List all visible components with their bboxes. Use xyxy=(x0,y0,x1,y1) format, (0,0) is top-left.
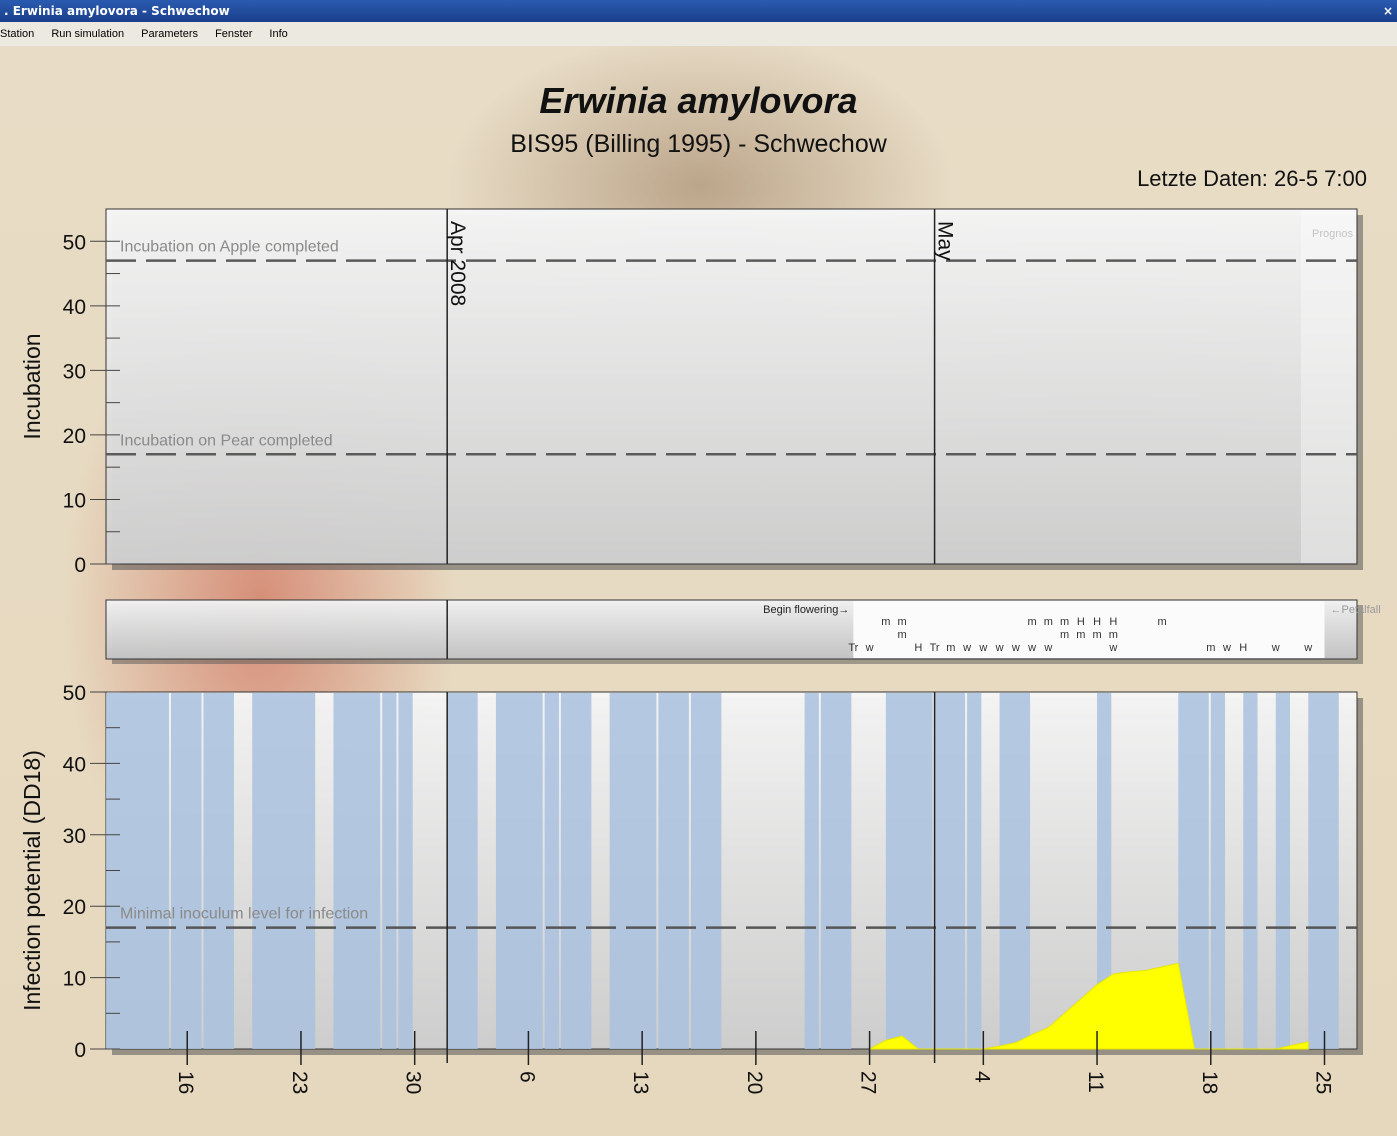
rain-period-band xyxy=(934,693,966,1049)
infection-y-tick-label: 0 xyxy=(74,1039,86,1062)
event-marker: w xyxy=(1108,642,1117,654)
rain-period-band xyxy=(252,693,316,1049)
x-tick-label: 18 xyxy=(1198,1071,1221,1094)
event-marker: H xyxy=(1077,616,1085,628)
infection-y-tick-label: 40 xyxy=(63,753,86,776)
event-marker: w xyxy=(1027,642,1036,654)
minimal-inoculum-label: Minimal inoculum level for infection xyxy=(120,906,368,923)
event-marker: w xyxy=(978,642,987,654)
rain-period-band xyxy=(967,693,982,1049)
incubation-plot-area xyxy=(105,208,1358,565)
rain-period-band xyxy=(544,693,559,1049)
incubation-y-tick-label: 40 xyxy=(63,296,86,319)
x-tick-label: 16 xyxy=(174,1071,197,1094)
rain-period-band xyxy=(820,693,852,1049)
month-marker-label: May xyxy=(934,221,957,261)
event-marker: w xyxy=(1222,642,1231,654)
rain-period-band xyxy=(804,693,819,1049)
apple-incubation-label: Incubation on Apple completed xyxy=(120,239,339,256)
rain-period-band xyxy=(398,693,413,1049)
x-tick-label: 13 xyxy=(629,1071,652,1094)
rain-period-band xyxy=(495,693,543,1049)
x-tick-label: 30 xyxy=(402,1071,425,1094)
event-marker: m xyxy=(898,629,907,641)
rain-period-band xyxy=(333,693,381,1049)
event-marker: m xyxy=(898,616,907,628)
event-marker: m xyxy=(881,616,890,628)
rain-period-band xyxy=(1210,693,1226,1049)
incubation-y-tick-label: 50 xyxy=(63,231,86,254)
x-tick-label: 27 xyxy=(857,1071,880,1094)
infection-y-tick-label: 10 xyxy=(63,968,86,991)
rain-period-band xyxy=(609,693,657,1049)
rain-period-band xyxy=(1308,693,1339,1049)
x-tick-label: 4 xyxy=(970,1071,993,1083)
event-marker: w xyxy=(1011,642,1020,654)
x-tick-label: 20 xyxy=(743,1071,766,1094)
infection-y-tick-label: 20 xyxy=(63,896,86,919)
event-marker: w xyxy=(1303,642,1312,654)
event-marker: Tr xyxy=(930,642,940,654)
rain-period-band xyxy=(1275,693,1291,1049)
event-marker: m xyxy=(1092,629,1101,641)
event-marker: m xyxy=(1060,616,1069,628)
event-marker: H xyxy=(1239,642,1247,654)
event-marker: w xyxy=(995,642,1004,654)
x-tick-label: 25 xyxy=(1312,1071,1335,1094)
rain-period-band xyxy=(690,693,722,1049)
rain-period-band xyxy=(447,693,478,1049)
rain-period-band xyxy=(658,693,689,1049)
incubation-y-axis-label: Incubation xyxy=(19,333,45,439)
rain-period-band xyxy=(382,693,397,1049)
event-marker: m xyxy=(946,642,955,654)
rain-period-band xyxy=(999,693,1031,1049)
event-marker: w xyxy=(865,642,874,654)
event-marker: m xyxy=(1076,629,1085,641)
event-marker: m xyxy=(1044,616,1053,628)
prognosis-zone xyxy=(1301,210,1356,563)
month-marker-label: Apr 2008 xyxy=(446,221,469,306)
rain-period-band xyxy=(203,693,234,1049)
event-marker: w xyxy=(1043,642,1052,654)
chart-canvas: Prognos01020304050 Incubation on Apple co… xyxy=(19,208,1381,1094)
event-marker: Tr xyxy=(848,642,858,654)
event-marker: m xyxy=(1109,629,1118,641)
event-marker: H xyxy=(914,642,922,654)
incubation-y-tick-label: 10 xyxy=(63,489,86,512)
event-marker: H xyxy=(1109,616,1117,628)
event-marker: w xyxy=(1271,642,1280,654)
x-tick-label: 11 xyxy=(1084,1071,1107,1093)
infection-y-axis-label: Infection potential (DD18) xyxy=(19,750,45,1011)
infection-y-tick-label: 50 xyxy=(63,682,86,705)
prognosis-label: Prognos xyxy=(1312,228,1353,240)
incubation-y-tick-label: 20 xyxy=(63,425,86,448)
rain-period-band xyxy=(1243,693,1258,1049)
event-marker: m xyxy=(1027,616,1036,628)
pear-incubation-label: Incubation on Pear completed xyxy=(120,432,333,449)
rain-period-band xyxy=(170,693,202,1049)
x-tick-label: 6 xyxy=(515,1071,538,1083)
begin-flowering-label: Begin flowering→ xyxy=(763,604,849,616)
petalfall-label: ←Petalfall xyxy=(1331,604,1381,616)
infection-y-tick-label: 30 xyxy=(63,825,86,848)
x-tick-label: 23 xyxy=(288,1071,311,1094)
rain-period-band xyxy=(885,693,933,1049)
incubation-y-tick-label: 30 xyxy=(63,360,86,383)
flowering-period xyxy=(853,601,1325,658)
incubation-y-tick-label: 0 xyxy=(74,554,86,577)
event-marker: m xyxy=(1060,629,1069,641)
event-marker: m xyxy=(1206,642,1215,654)
event-marker: w xyxy=(962,642,971,654)
event-marker: m xyxy=(1157,616,1166,628)
rain-period-band xyxy=(560,693,592,1049)
event-marker: H xyxy=(1093,616,1101,628)
